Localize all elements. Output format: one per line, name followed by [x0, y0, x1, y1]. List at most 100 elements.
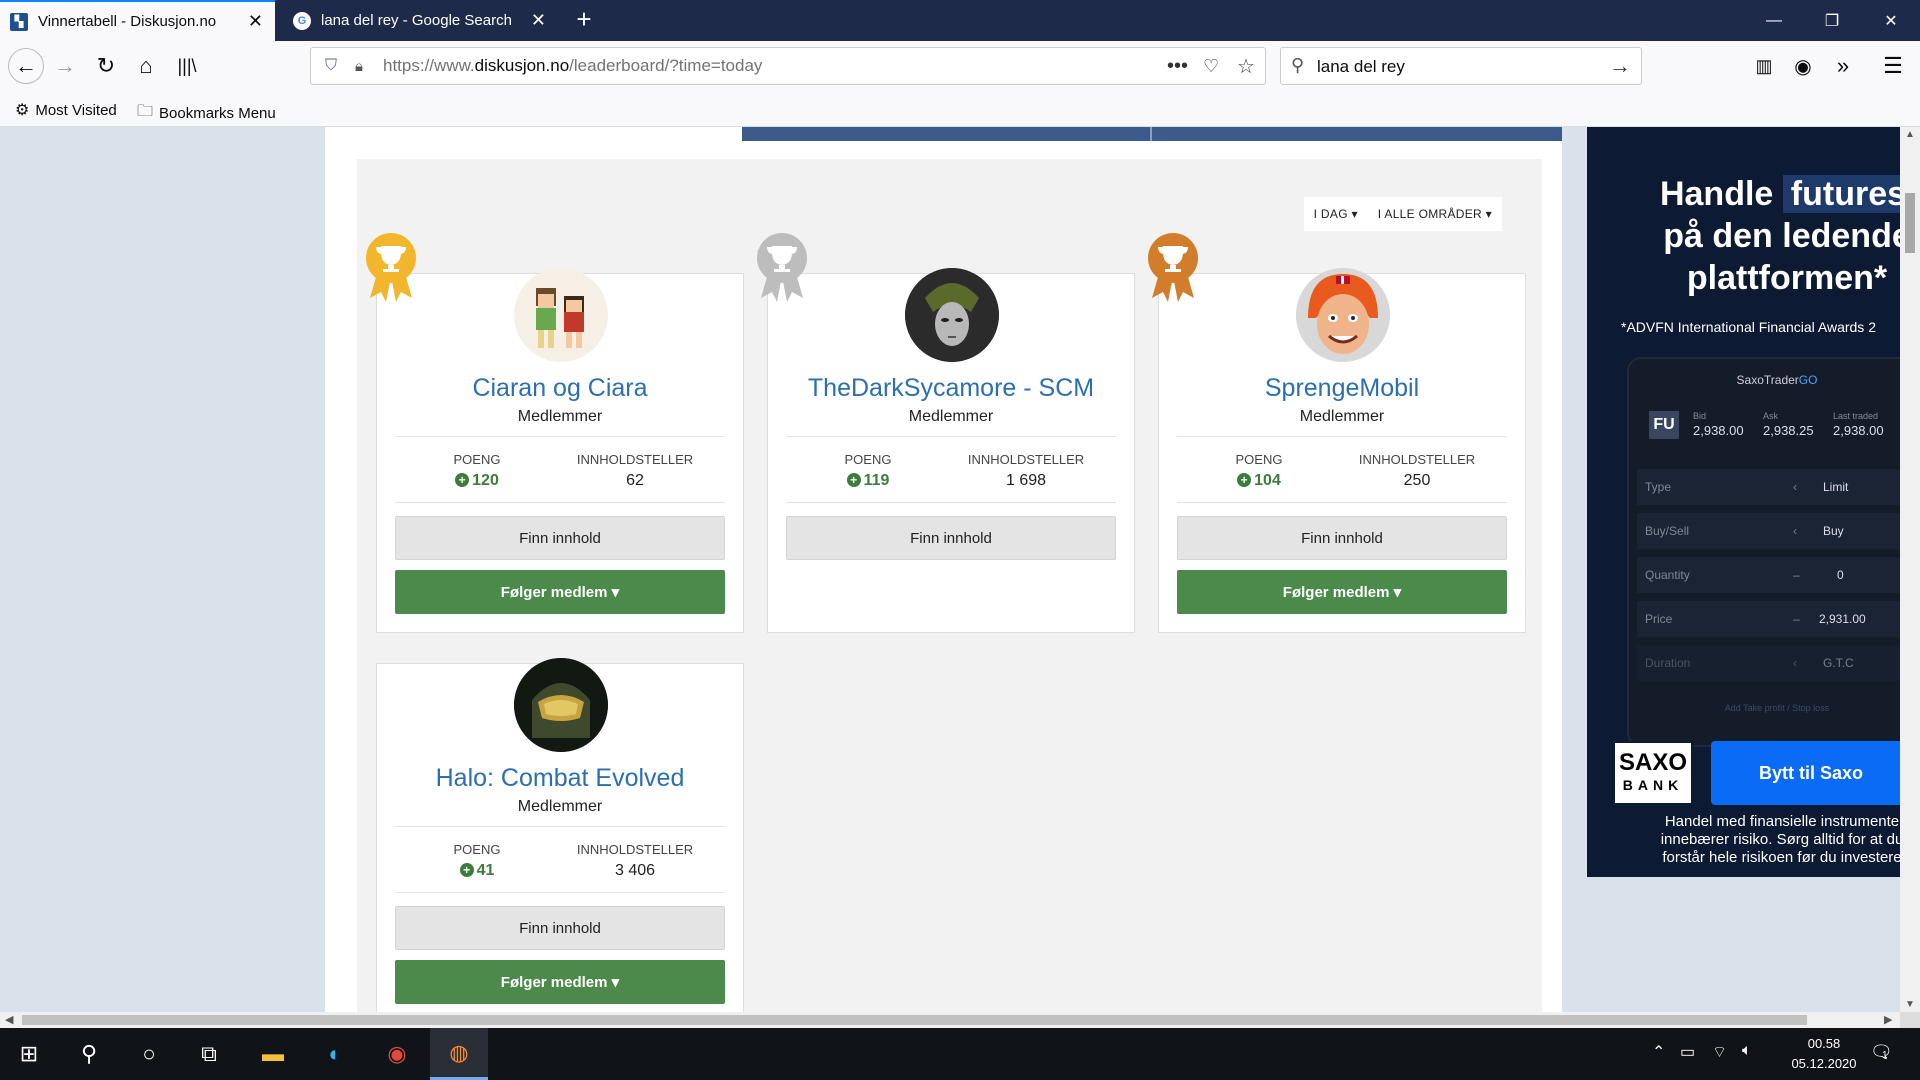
content-count-label: INNHOLDSTELLER [576, 842, 694, 857]
member-name-link[interactable]: Halo: Combat Evolved [377, 764, 743, 793]
content-count-value: 250 [1403, 472, 1431, 489]
bookmarks-toolbar: ⚙ Most Visited 🗀 Bookmarks Menu [0, 91, 1920, 127]
leader-card-2: TheDarkSycamore - SCM Medlemmer POENG IN… [767, 268, 1135, 633]
cortana-icon[interactable]: ○ [120, 1028, 178, 1080]
member-group: Medlemmer [517, 798, 603, 815]
lock-icon[interactable]: 🔒︎ [355, 58, 363, 75]
ad-risk-disclaimer: Handel med finansielle instrumente inneb… [1660, 813, 1900, 866]
find-content-button[interactable]: Finn innhold [395, 906, 725, 950]
leader-card-1: Ciaran og Ciara Medlemmer POENG INNHOLDS… [376, 268, 744, 633]
following-member-button[interactable]: Følger medlem ▾ [395, 570, 725, 614]
member-name-link[interactable]: TheDarkSycamore - SCM [768, 374, 1134, 403]
find-content-button[interactable]: Finn innhold [1177, 516, 1507, 560]
points-value: +120 [402, 472, 552, 490]
close-tab-icon[interactable]: ✕ [531, 10, 546, 31]
minimize-icon[interactable]: — [1745, 0, 1803, 41]
find-content-button[interactable]: Finn innhold [395, 516, 725, 560]
restore-icon[interactable]: ❐ [1803, 0, 1861, 41]
time-filter-dropdown[interactable]: I DAG ▾ [1304, 207, 1368, 221]
search-go-icon[interactable]: → [1609, 53, 1631, 79]
url-text[interactable]: https://www.diskusjon.no/leaderboard/?ti… [383, 56, 762, 76]
bronze-trophy-ribbon-icon [1148, 233, 1198, 302]
system-clock[interactable]: 00.58 05.12.2020 [1764, 1034, 1884, 1074]
account-icon[interactable]: ◉ [1786, 49, 1820, 83]
following-member-button[interactable]: Følger medlem ▾ [1177, 570, 1507, 614]
menu-hamburger-icon[interactable]: ☰ [1876, 49, 1910, 83]
tray-chevron-icon[interactable]: ⌃ [1652, 1042, 1665, 1062]
gold-trophy-ribbon-icon [366, 233, 416, 302]
plus-circle-icon: + [846, 473, 861, 487]
points-label: POENG [1235, 452, 1283, 467]
leaderboard-panel: I DAG ▾ I ALLE OMRÅDER ▾ Ciaran og Ciara… [357, 159, 1542, 1012]
search-icon: ⚲ [1291, 55, 1305, 75]
windows-start-icon[interactable]: ⊞ [0, 1028, 58, 1080]
scroll-left-icon[interactable]: ◀ [5, 1013, 13, 1026]
sidebar-icon[interactable]: ▥ [1747, 49, 1781, 83]
tab-title: Vinnertabell - Diskusjon.no [38, 13, 217, 30]
scroll-down-icon[interactable]: ▼ [1905, 999, 1915, 1010]
area-filter-dropdown[interactable]: I ALLE OMRÅDER ▾ [1368, 207, 1502, 221]
member-group: Medlemmer [517, 408, 603, 425]
saxo-bank-logo: SAXO BANK [1613, 741, 1693, 805]
content-count-label: INNHOLDSTELLER [967, 452, 1085, 467]
windows-taskbar: ⊞ ⚲ ○ ⧉ ▬ ◐ ◉ ◍ ⌃ ▭ ⌔ 🔈︎ 00.58 05.12.202… [0, 1028, 1920, 1080]
tab-google-search[interactable]: G lana del rey - Google Search ✕ [283, 0, 558, 41]
member-name-link[interactable]: SprengeMobil [1159, 374, 1525, 403]
scroll-up-icon[interactable]: ▲ [1905, 129, 1915, 140]
find-content-button[interactable]: Finn innhold [786, 516, 1116, 560]
battery-icon[interactable]: ▭ [1680, 1042, 1695, 1062]
search-icon[interactable]: ⚲ [60, 1028, 118, 1080]
firefox-icon[interactable]: ◍ [430, 1028, 488, 1080]
avatar[interactable] [514, 268, 608, 362]
notifications-icon[interactable]: 🗨︎ 1 [1870, 1042, 1893, 1063]
forward-button[interactable]: → [48, 49, 82, 83]
chrome-icon[interactable]: ◉ [368, 1028, 426, 1080]
horizontal-scrollbar[interactable]: ◀ ▶ [0, 1012, 1900, 1028]
saxo-advertisement[interactable]: Handle futures på den ledende plattforme… [1587, 127, 1900, 877]
gear-icon: ⚙ [15, 102, 30, 119]
file-explorer-icon[interactable]: ▬ [244, 1028, 302, 1080]
page-actions-icon[interactable]: ••• [1167, 55, 1188, 78]
order-row-duration: Duration ‹ G.T.C [1637, 645, 1900, 681]
tracking-shield-icon[interactable]: ⛉ [325, 57, 337, 75]
home-button[interactable]: ⌂ [129, 49, 163, 83]
tab-diskusjon[interactable]: ▚ Vinnertabell - Diskusjon.no ✕ [0, 0, 275, 41]
new-tab-button[interactable]: + [570, 6, 598, 34]
search-input[interactable]: lana del rey [1317, 57, 1405, 77]
avatar[interactable] [905, 268, 999, 362]
close-window-icon[interactable]: ✕ [1862, 0, 1920, 41]
member-name-link[interactable]: Ciaran og Ciara [377, 374, 743, 403]
overflow-chevron-icon[interactable]: » [1826, 49, 1860, 83]
bookmark-most-visited[interactable]: ⚙ Most Visited [15, 100, 117, 120]
avatar[interactable] [514, 658, 608, 752]
silver-trophy-ribbon-icon [757, 233, 807, 302]
navigation-toolbar: ← → ↻ ⌂ |||\ ⛉ 🔒︎ https://www.diskusjon.… [0, 41, 1920, 91]
plus-circle-icon: + [459, 863, 474, 877]
search-bar[interactable]: ⚲ lana del rey → [1280, 47, 1642, 85]
back-button[interactable]: ← [8, 48, 44, 84]
bookmark-star-icon[interactable]: ☆ [1237, 54, 1255, 79]
close-tab-icon[interactable]: ✕ [248, 11, 263, 32]
volume-icon[interactable]: 🔈︎ [1742, 1042, 1752, 1060]
task-view-icon[interactable]: ⧉ [180, 1028, 238, 1080]
edge-icon[interactable]: ◐ [306, 1028, 364, 1080]
switch-to-saxo-button[interactable]: Bytt til Saxo [1711, 741, 1900, 805]
following-member-button[interactable]: Følger medlem ▾ [395, 960, 725, 1004]
avatar[interactable] [1296, 268, 1390, 362]
page-viewport: I DAG ▾ I ALLE OMRÅDER ▾ Ciaran og Ciara… [0, 127, 1900, 1012]
scroll-right-icon[interactable]: ▶ [1884, 1013, 1892, 1026]
bookmark-menu[interactable]: 🗀 Bookmarks Menu [137, 100, 276, 127]
order-row-type: Type ‹ Limit [1637, 469, 1900, 505]
pocket-icon[interactable]: ♡ [1203, 56, 1219, 77]
header-strip [742, 127, 1562, 141]
horizontal-scroll-thumb[interactable] [22, 1015, 1807, 1025]
vertical-scroll-thumb[interactable] [1905, 193, 1915, 253]
vertical-scrollbar[interactable]: ▲ ▼ [1900, 127, 1920, 1012]
leader-card-3: SprengeMobil Medlemmer POENG INNHOLDSTEL… [1158, 268, 1526, 633]
plus-circle-icon: + [1237, 473, 1252, 487]
library-icon[interactable]: |||\ [170, 49, 204, 83]
url-bar[interactable]: ⛉ 🔒︎ https://www.diskusjon.no/leaderboar… [310, 47, 1266, 85]
wifi-icon[interactable]: ⌔ [1712, 1042, 1727, 1062]
plus-circle-icon: + [455, 473, 470, 487]
reload-button[interactable]: ↻ [89, 49, 123, 83]
